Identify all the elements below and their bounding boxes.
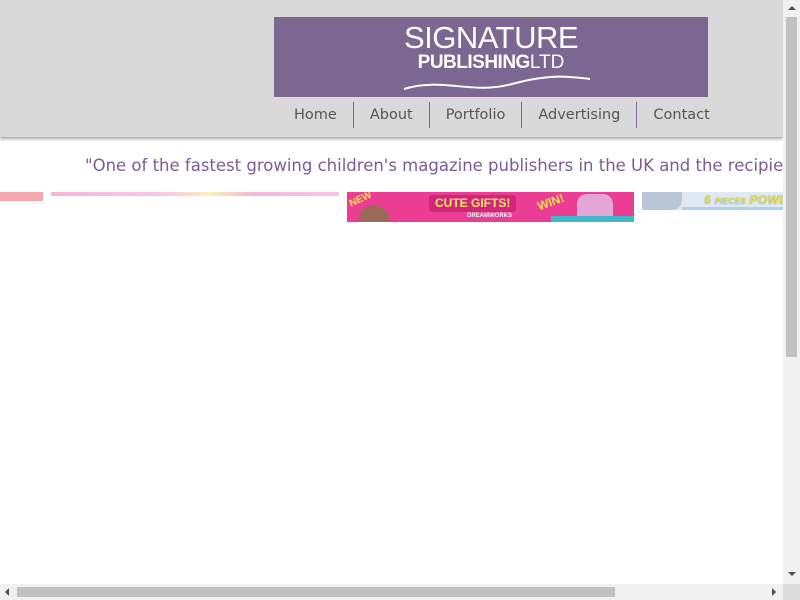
- site-header: SIGNATURE PUBLISHINGLTD Home About Portf…: [0, 0, 783, 137]
- power-cover-headline: 6 PIECES POWE: [704, 193, 783, 207]
- nav-item-contact[interactable]: Contact: [637, 102, 725, 128]
- tagline-quote: "One of the fastest growing children's m…: [85, 156, 783, 175]
- scroll-right-arrow-icon[interactable]: [772, 588, 776, 596]
- power-cover-stripe: [682, 207, 783, 210]
- horizontal-scrollbar[interactable]: [0, 584, 783, 600]
- power-cover-pieces: PIECES: [714, 197, 746, 206]
- logo-line-publishing: PUBLISHINGLTD: [274, 53, 708, 74]
- logo-swoosh-icon: [403, 75, 591, 90]
- carousel-image-magazine-cover[interactable]: NEW CUTE GIFTS! DREAMWORKS WIN!: [347, 192, 634, 222]
- magazine-brand-logo: DREAMWORKS: [467, 213, 512, 219]
- nav-item-portfolio[interactable]: Portfolio: [430, 102, 523, 128]
- page-viewport: SIGNATURE PUBLISHINGLTD Home About Portf…: [0, 0, 783, 584]
- nav-item-about[interactable]: About: [354, 102, 430, 128]
- carousel-image-partial-left[interactable]: [0, 192, 43, 201]
- vertical-scrollbar[interactable]: [783, 0, 800, 584]
- logo-ltd-text: LTD: [529, 52, 565, 73]
- logo-line-signature: SIGNATURE: [403, 20, 579, 55]
- main-navigation: Home About Portfolio Advertising Contact: [278, 102, 726, 128]
- logo-publishing-text: PUBLISHING: [417, 52, 531, 73]
- magazine-character-image: [359, 206, 389, 222]
- power-cover-count: 6: [704, 193, 711, 207]
- carousel-image-pink-cover[interactable]: [51, 192, 339, 196]
- scroll-left-arrow-icon[interactable]: [5, 588, 9, 596]
- scroll-up-arrow-icon[interactable]: [788, 6, 796, 10]
- power-cover-character-image: [642, 192, 682, 210]
- signature-publishing-logo[interactable]: SIGNATURE PUBLISHINGLTD: [274, 17, 708, 97]
- nav-item-home[interactable]: Home: [278, 102, 354, 128]
- scrollbar-corner: [783, 584, 800, 600]
- magazine-headline: CUTE GIFTS!: [429, 195, 517, 212]
- horizontal-scrollbar-thumb[interactable]: [17, 587, 615, 597]
- vertical-scrollbar-thumb[interactable]: [786, 17, 797, 357]
- power-cover-word: POWE: [749, 193, 783, 207]
- scroll-down-arrow-icon[interactable]: [788, 572, 796, 576]
- nav-item-advertising[interactable]: Advertising: [522, 102, 638, 128]
- carousel-image-power-cover[interactable]: 6 PIECES POWE: [642, 192, 783, 210]
- magazine-teal-band: [551, 216, 634, 222]
